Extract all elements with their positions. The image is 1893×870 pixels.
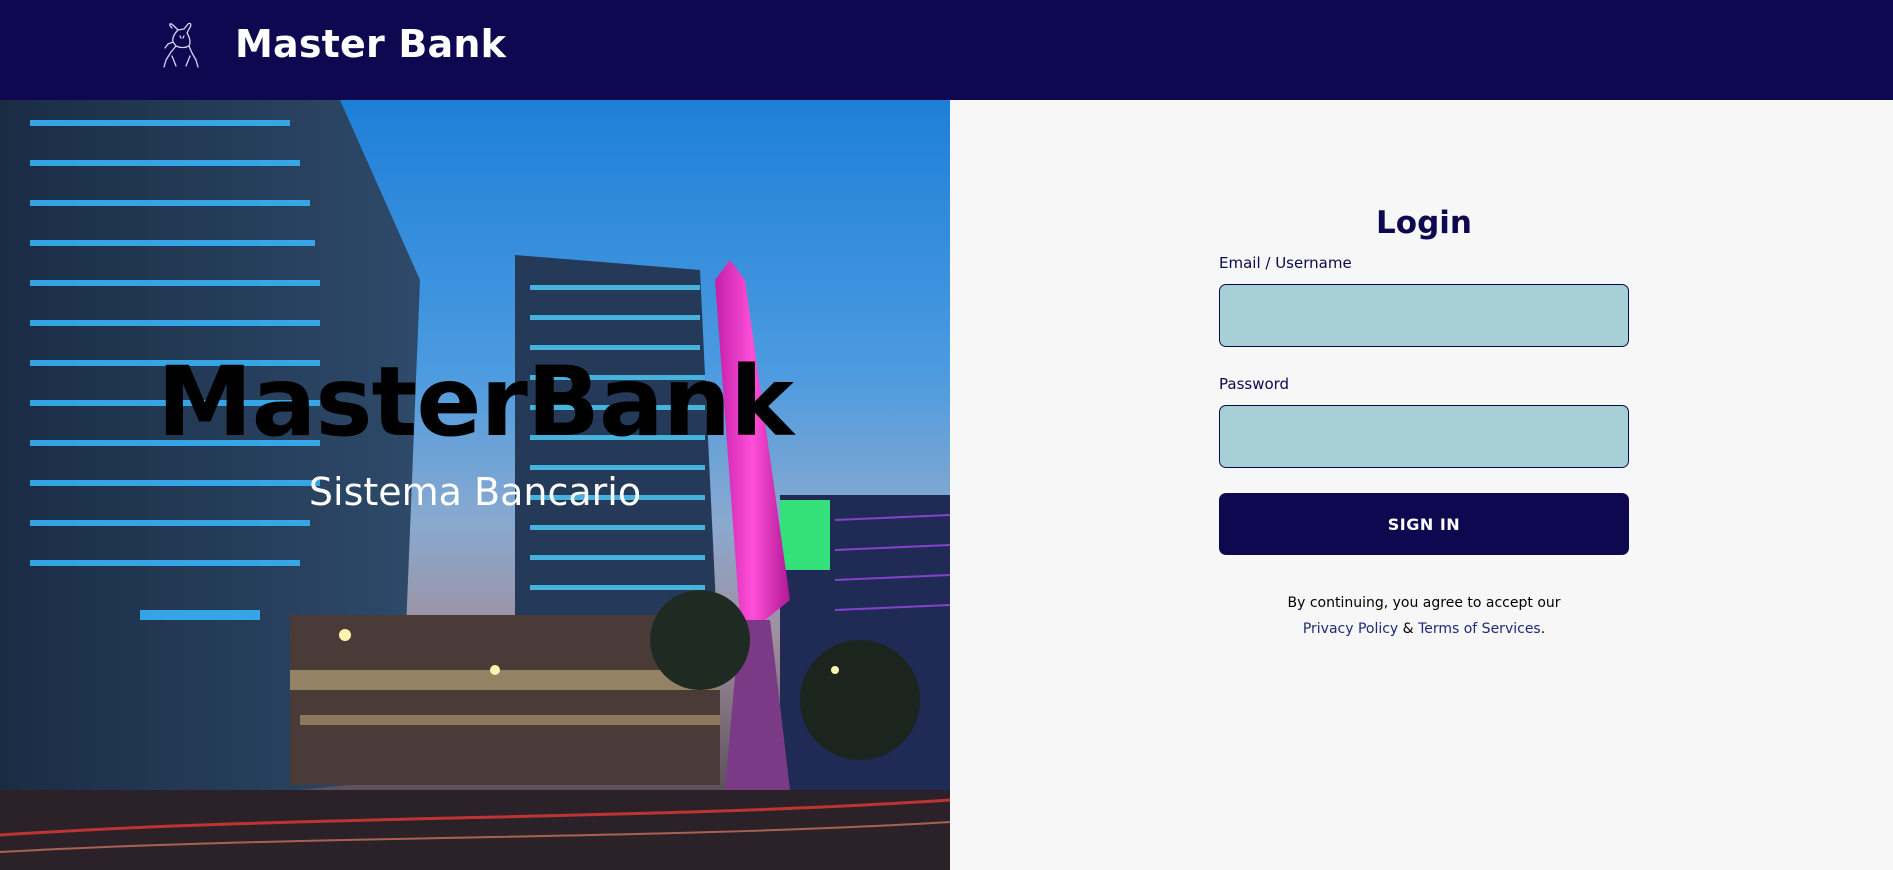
- privacy-policy-link[interactable]: Privacy Policy: [1303, 621, 1398, 637]
- hero-banner: MasterBank Sistema Bancario: [0, 100, 950, 870]
- hero-title: MasterBank: [157, 346, 794, 458]
- email-label: Email / Username: [1219, 254, 1352, 272]
- terms-suffix: .: [1540, 621, 1546, 637]
- terms-prefix: By continuing, you agree to accept our: [1287, 595, 1561, 611]
- bull-logo-icon[interactable]: [158, 20, 202, 70]
- password-label: Password: [1219, 375, 1290, 393]
- password-input[interactable]: [1219, 405, 1629, 468]
- terms-notice: By continuing, you agree to accept our P…: [1219, 590, 1629, 642]
- brand-title[interactable]: Master Bank: [235, 22, 506, 66]
- login-title: Login: [1376, 205, 1472, 241]
- terms-of-services-link[interactable]: Terms of Services: [1418, 621, 1541, 637]
- email-input[interactable]: [1219, 284, 1629, 347]
- sign-in-button[interactable]: SIGN IN: [1219, 493, 1629, 555]
- top-navbar: Master Bank: [0, 0, 1893, 100]
- ampersand: &: [1398, 621, 1419, 637]
- terms-links-line: Privacy Policy & Terms of Services.: [1219, 616, 1629, 642]
- hero-subtitle: Sistema Bancario: [308, 470, 642, 514]
